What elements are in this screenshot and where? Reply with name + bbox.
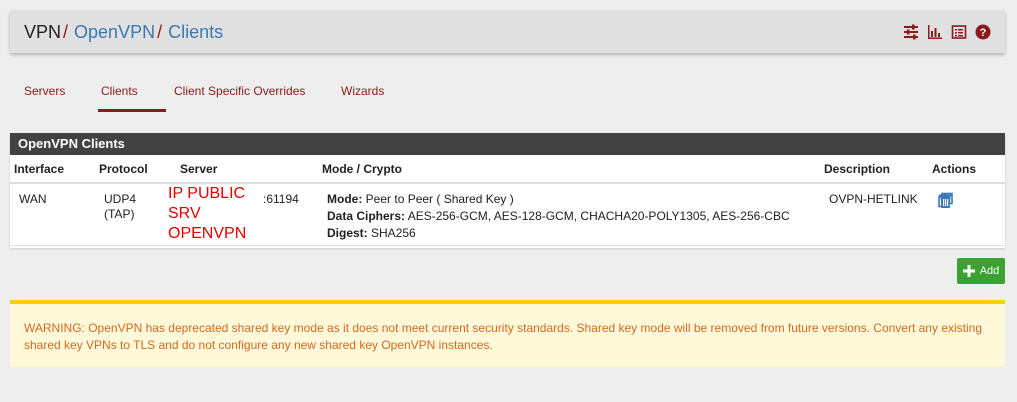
svg-text:?: ?: [980, 27, 987, 39]
row-server-port: :61194: [263, 192, 299, 206]
list-icon[interactable]: [951, 24, 967, 40]
digest-value: SHA256: [371, 226, 416, 240]
column-header-interface: Interface: [14, 162, 65, 176]
add-button[interactable]: Add: [957, 258, 1005, 284]
breadcrumb-bar: VPN / OpenVPN / Clients ?: [10, 10, 1005, 53]
sliders-icon[interactable]: [903, 24, 919, 40]
row-interface: WAN: [19, 192, 47, 206]
column-header-mode-crypto: Mode / Crypto: [322, 162, 402, 176]
row-protocol-mode: (TAP): [104, 207, 135, 221]
tab-clients[interactable]: Clients: [101, 84, 138, 98]
digest-label: Digest:: [327, 226, 368, 240]
help-icon[interactable]: ?: [975, 24, 991, 40]
breadcrumb-vpn: VPN: [24, 22, 62, 42]
mode-value: Peer to Peer ( Shared Key ): [365, 192, 514, 206]
bar-chart-icon[interactable]: [927, 24, 943, 40]
column-header-actions: Actions: [932, 162, 977, 176]
trash-icon[interactable]: [937, 192, 954, 209]
warning-text: WARNING: OpenVPN has deprecated shared k…: [24, 321, 982, 352]
tab-servers[interactable]: Servers: [24, 84, 65, 98]
redaction-overlay-line-1: IP PUBLIC: [168, 185, 246, 202]
redaction-overlay-line-2: SRV: [168, 205, 201, 222]
redaction-overlay-line-3: OPENVPN: [168, 225, 247, 242]
data-ciphers-value: AES-256-GCM, AES-128-GCM, CHACHA20-POLY1…: [407, 209, 790, 223]
column-header-description: Description: [824, 162, 891, 176]
column-header-protocol: Protocol: [99, 162, 148, 176]
table-row[interactable]: WAN UDP4 (TAP) IP PUBLIC :61194 SRV OPEN…: [10, 184, 1005, 246]
row-data-ciphers: Data Ciphers: AES-256-GCM, AES-128-GCM, …: [327, 209, 790, 223]
row-protocol: UDP4: [104, 192, 137, 206]
breadcrumb-separator: /: [63, 22, 69, 42]
panel-title: OpenVPN Clients: [10, 133, 1005, 155]
tab-wizards[interactable]: Wizards: [341, 84, 384, 98]
mode-label: Mode:: [327, 192, 363, 206]
row-digest: Digest: SHA256: [327, 226, 416, 240]
breadcrumb-openvpn-link[interactable]: OpenVPN: [74, 22, 155, 42]
breadcrumb: VPN / OpenVPN / Clients: [24, 22, 223, 43]
tab-bar: Servers Clients Client Specific Override…: [10, 70, 1005, 114]
shared-key-warning: WARNING: OpenVPN has deprecated shared k…: [10, 300, 1005, 367]
plus-icon: [962, 265, 975, 277]
breadcrumb-clients-link[interactable]: Clients: [168, 22, 223, 42]
breadcrumb-separator: /: [157, 22, 163, 42]
add-button-label: Add: [979, 265, 1000, 277]
table-header: Interface Protocol Server Mode / Crypto …: [10, 155, 1005, 184]
tab-client-specific-overrides[interactable]: Client Specific Overrides: [174, 84, 305, 98]
column-header-server: Server: [180, 162, 218, 176]
openvpn-clients-panel: OpenVPN Clients Interface Protocol Serve…: [10, 133, 1005, 248]
active-tab-indicator: [98, 109, 166, 112]
row-description: OVPN-HETLINK: [829, 192, 918, 206]
header-icons: ?: [903, 24, 991, 40]
row-mode: Mode: Peer to Peer ( Shared Key ): [327, 192, 514, 206]
data-ciphers-label: Data Ciphers:: [327, 209, 406, 223]
